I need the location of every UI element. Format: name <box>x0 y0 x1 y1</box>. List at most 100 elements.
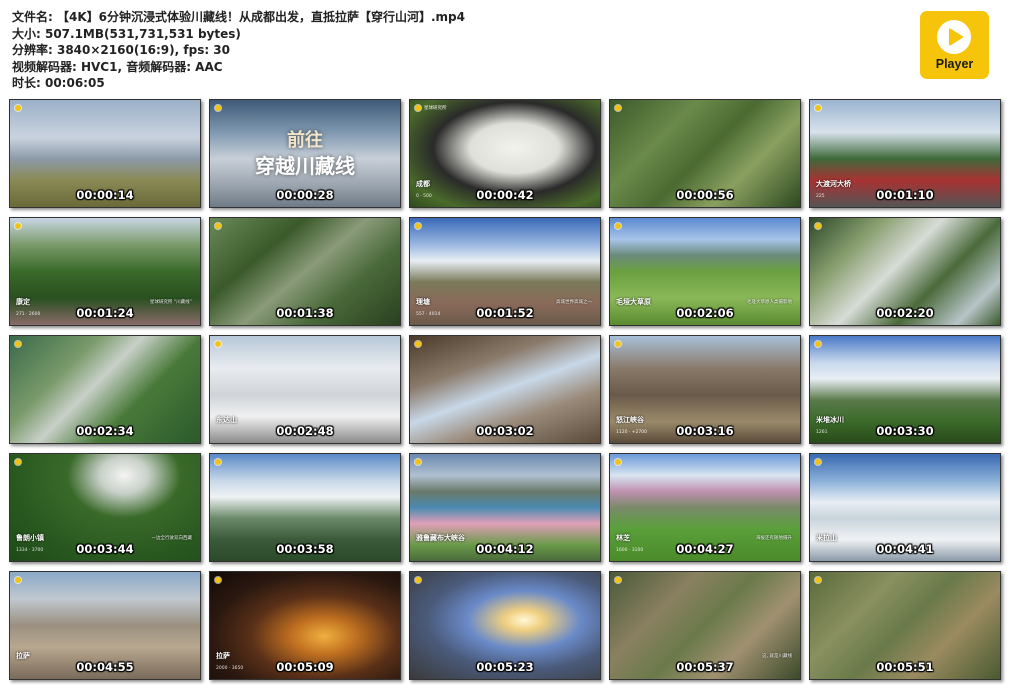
thumbnail[interactable]: 00:02:20 <box>809 217 1001 326</box>
brand-mark <box>215 105 221 111</box>
brand-dot-icon <box>615 105 621 111</box>
thumbnail-timestamp: 00:03:30 <box>876 424 934 438</box>
brand-dot-icon <box>215 223 221 229</box>
brand-mark <box>215 459 221 465</box>
thumbnail[interactable]: 米拉山 00:04:41 <box>809 453 1001 562</box>
thumbnail[interactable]: 星球研究所 “川藏线” 康定 271 · 2600 00:01:24 <box>9 217 201 326</box>
thumbnail[interactable]: 海拔还有随地摄升 林芝 1600 · 3100 00:04:27 <box>609 453 801 562</box>
brand-dot-icon <box>215 459 221 465</box>
thumbnail-timestamp: 00:00:56 <box>676 188 734 202</box>
thumbnail-timestamp: 00:02:20 <box>876 306 934 320</box>
thumbnail[interactable]: 高城世界高城之一 理塘 557 · 4014 00:01:52 <box>409 217 601 326</box>
caption-note: 星球研究所 “川藏线” <box>149 300 192 305</box>
caption-note: 海拔还有随地摄升 <box>756 536 792 541</box>
brand-dot-icon <box>15 105 21 111</box>
brand-mark <box>415 577 421 583</box>
thumbnail[interactable]: 拉萨 2000 · 3650 00:05:09 <box>209 571 401 680</box>
brand-dot-icon <box>415 577 421 583</box>
brand-dot-icon <box>815 341 821 347</box>
thumbnail-timestamp: 00:05:37 <box>676 660 734 674</box>
thumbnail[interactable]: 00:02:34 <box>9 335 201 444</box>
brand-mark <box>615 341 621 347</box>
brand-mark <box>215 223 221 229</box>
thumbnail[interactable]: 大渡河大桥 225 00:01:10 <box>809 99 1001 208</box>
thumbnail-timestamp: 00:05:09 <box>276 660 334 674</box>
overlay-title-line2: 穿越川藏线 <box>255 154 355 178</box>
brand-dot-icon <box>215 577 221 583</box>
brand-mark <box>815 459 821 465</box>
brand-dot-icon <box>815 105 821 111</box>
thumbnail[interactable]: 星球研究所 成都 0 · 500 00:00:42 <box>409 99 601 208</box>
codec-text: 视频解码器: HVC1, 音频解码器: AAC <box>12 59 223 74</box>
thumbnail-timestamp: 00:02:34 <box>76 424 134 438</box>
brand-dot-icon <box>815 459 821 465</box>
brand-dot-icon <box>415 105 421 111</box>
brand-mark <box>415 459 421 465</box>
thumbnail[interactable]: 00:03:02 <box>409 335 601 444</box>
thumbnail[interactable]: 怒江峡谷 1120 · +2700 00:03:16 <box>609 335 801 444</box>
caption-note: 一边全行驶双向西藏 <box>151 536 193 541</box>
brand-dot-icon <box>815 577 821 583</box>
thumbnail[interactable]: 毛垭大草原人类摄影地 毛垭大草原 00:02:06 <box>609 217 801 326</box>
thumbnail-timestamp: 00:02:06 <box>676 306 734 320</box>
caption-note: 毛垭大草原人类摄影地 <box>747 300 792 305</box>
thumbnail[interactable]: 这, 就是川藏线 00:05:37 <box>609 571 801 680</box>
brand-mark <box>15 459 21 465</box>
file-size-text: 大小: 507.1MB(531,731,531 bytes) <box>12 26 241 41</box>
brand-dot-icon <box>215 105 221 111</box>
player-logo: Player <box>920 11 989 79</box>
brand-mark <box>15 341 21 347</box>
thumbnail-timestamp: 00:05:23 <box>476 660 534 674</box>
thumbnail[interactable]: 00:00:56 <box>609 99 801 208</box>
thumbnail-timestamp: 00:03:44 <box>76 542 134 556</box>
resolution-text: 分辨率: 3840×2160(16:9), fps: 30 <box>12 43 231 57</box>
overlay-title-line1: 前往 <box>287 130 323 151</box>
brand-dot-icon <box>615 459 621 465</box>
brand-dot-icon <box>15 459 21 465</box>
caption-note: 高城世界高城之一 <box>556 300 592 305</box>
player-logo-label: Player <box>935 57 974 71</box>
brand-mark <box>15 223 21 229</box>
thumbnail[interactable]: 一边全行驶双向西藏 鲁朗小镇 1334 · 3700 00:03:44 <box>9 453 201 562</box>
thumbnail[interactable]: 00:05:23 <box>409 571 601 680</box>
brand-mark: 星球研究所 <box>415 105 447 111</box>
thumbnail[interactable]: 前往 穿越川藏线 00:00:28 <box>209 99 401 208</box>
brand-mark <box>415 223 421 229</box>
brand-dot-icon <box>415 341 421 347</box>
duration-text: 时长: 00:06:05 <box>12 76 105 90</box>
brand-mark <box>815 577 821 583</box>
thumbnail-timestamp: 00:01:52 <box>476 306 534 320</box>
thumbnail[interactable]: 米堆冰川 1261 00:03:30 <box>809 335 1001 444</box>
brand-dot-icon <box>415 223 421 229</box>
thumbnail[interactable]: 雅鲁藏布大峡谷 00:04:12 <box>409 453 601 562</box>
thumbnail-timestamp: 00:04:27 <box>676 542 734 556</box>
brand-dot-icon <box>15 341 21 347</box>
thumbnail[interactable]: 00:00:14 <box>9 99 201 208</box>
thumbnail-timestamp: 00:01:38 <box>276 306 334 320</box>
brand-dot-icon <box>15 223 21 229</box>
thumbnail[interactable]: 东达山 00:02:48 <box>209 335 401 444</box>
thumbnail-timestamp: 00:00:14 <box>76 188 134 202</box>
thumbnail-timestamp: 00:01:24 <box>76 306 134 320</box>
thumbnail[interactable]: 00:03:58 <box>209 453 401 562</box>
brand-dot-icon <box>615 223 621 229</box>
thumbnail-timestamp: 00:02:48 <box>276 424 334 438</box>
brand-dot-icon <box>815 223 821 229</box>
brand-mark <box>615 105 621 111</box>
thumbnail-timestamp: 00:01:10 <box>876 188 934 202</box>
thumbnail-timestamp: 00:00:28 <box>276 188 334 202</box>
thumbnail-timestamp: 00:03:58 <box>276 542 334 556</box>
brand-mark <box>215 577 221 583</box>
thumbnail-timestamp: 00:04:12 <box>476 542 534 556</box>
thumbnail-timestamp: 00:04:41 <box>876 542 934 556</box>
thumbnail-timestamp: 00:03:16 <box>676 424 734 438</box>
thumbnail[interactable]: 拉萨 00:04:55 <box>9 571 201 680</box>
play-circle <box>937 20 971 54</box>
brand-mark <box>615 577 621 583</box>
thumbnail[interactable]: 00:05:51 <box>809 571 1001 680</box>
brand-mark <box>215 341 221 347</box>
brand-mark <box>815 341 821 347</box>
file-info-block: 文件名: 【4K】6分钟沉浸式体验川藏线！从成都出发，直抵拉萨【穿行山河】.mp… <box>12 9 465 92</box>
brand-dot-icon <box>615 341 621 347</box>
thumbnail[interactable]: 00:01:38 <box>209 217 401 326</box>
